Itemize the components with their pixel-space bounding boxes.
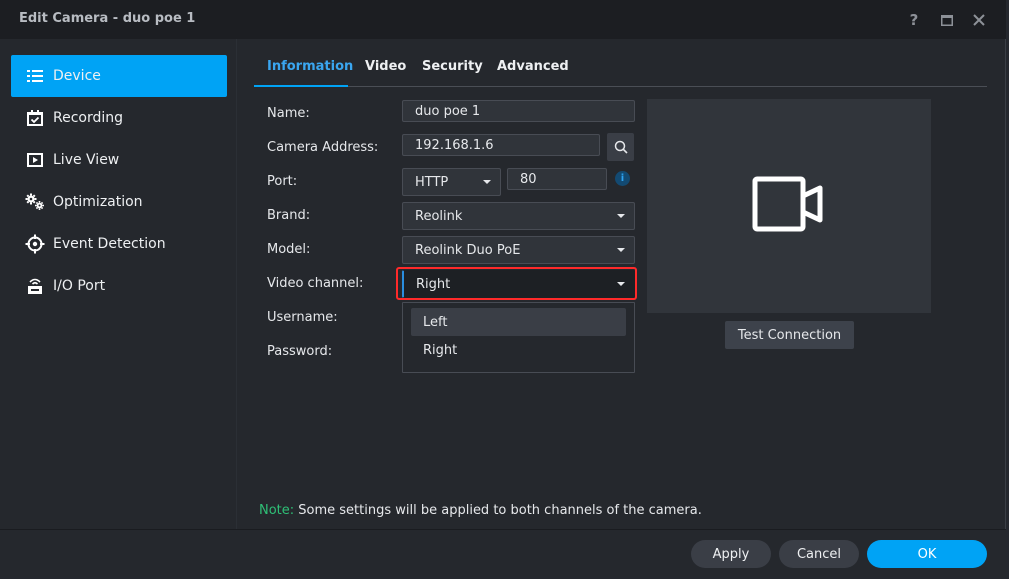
help-button[interactable]: ? [903,9,925,31]
sidebar-item-io-port[interactable]: I/O Port [11,265,227,307]
brand-value: Reolink [415,208,463,224]
apply-button[interactable]: Apply [691,540,771,568]
video-channel-label: Video channel: [267,276,364,291]
gears-icon [25,192,45,212]
tab-bar: Information Video Security Advanced [254,49,987,87]
note-message: Some settings will be applied to both ch… [294,503,702,518]
sidebar-item-event-detection[interactable]: Event Detection [11,223,227,265]
title-bar[interactable]: Edit Camera - duo poe 1 ? [0,0,1006,39]
active-tab-indicator [254,85,348,87]
maximize-button[interactable] [936,9,958,31]
tab-advanced[interactable]: Advanced [497,59,569,74]
sidebar: Device Recording Live View Optimization … [0,39,237,529]
video-channel-value: Right [416,276,451,292]
video-channel-dropdown: Left Right [402,302,635,373]
video-channel-select[interactable]: Right [402,270,635,298]
chevron-down-icon [483,180,491,184]
cancel-button[interactable]: Cancel [779,540,859,568]
search-camera-button[interactable] [607,133,634,161]
camera-address-input[interactable]: 192.168.1.6 [402,134,600,156]
list-icon [25,66,45,86]
dropdown-option-left[interactable]: Left [411,308,626,336]
tab-information[interactable]: Information [267,59,353,74]
sidebar-item-recording[interactable]: Recording [11,97,227,139]
model-select[interactable]: Reolink Duo PoE [402,236,635,264]
close-button[interactable] [968,9,990,31]
chevron-down-icon [617,214,625,218]
test-connection-button[interactable]: Test Connection [725,321,854,349]
name-input[interactable]: duo poe 1 [402,100,635,122]
tab-security[interactable]: Security [422,59,483,74]
model-value: Reolink Duo PoE [415,242,521,258]
chevron-down-icon [617,248,625,252]
ok-button[interactable]: OK [867,540,987,568]
dialog-footer: Apply Cancel OK [0,529,1006,577]
close-icon [973,14,985,26]
dialog-title: Edit Camera - duo poe 1 [19,11,196,26]
model-label: Model: [267,242,311,257]
camera-address-label: Camera Address: [267,140,379,155]
sidebar-item-live-view[interactable]: Live View [11,139,227,181]
note-text: Note: Some settings will be applied to b… [259,503,702,518]
calendar-check-icon [25,108,45,128]
main-panel: Information Video Security Advanced Name… [238,39,1006,529]
help-icon: ? [909,11,919,29]
port-label: Port: [267,174,298,189]
chevron-down-icon [617,282,625,286]
password-label: Password: [267,344,333,359]
sidebar-item-label: Event Detection [53,236,166,252]
dropdown-option-right[interactable]: Right [411,336,626,364]
io-port-icon [25,276,45,296]
name-value: duo poe 1 [415,103,481,119]
sidebar-item-label: Recording [53,110,124,126]
port-protocol-select[interactable]: HTTP [402,168,501,196]
note-label: Note: [259,503,295,518]
port-protocol-value: HTTP [415,174,449,190]
sidebar-item-label: Device [53,68,101,84]
sidebar-item-label: I/O Port [53,278,106,294]
tab-video[interactable]: Video [365,59,406,74]
brand-label: Brand: [267,208,311,223]
port-number-value: 80 [520,171,537,187]
edit-camera-dialog: Edit Camera - duo poe 1 ? Device Recordi… [0,0,1006,577]
video-camera-icon [752,176,823,232]
sidebar-item-optimization[interactable]: Optimization [11,181,227,223]
search-icon [614,140,628,154]
brand-select[interactable]: Reolink [402,202,635,230]
info-icon[interactable]: i [615,171,630,186]
port-number-input[interactable]: 80 [507,168,607,190]
sidebar-item-label: Optimization [53,194,143,210]
play-square-icon [25,150,45,170]
maximize-icon [941,14,953,26]
name-label: Name: [267,106,310,121]
username-label: Username: [267,310,338,325]
camera-preview [647,99,931,313]
sidebar-item-label: Live View [53,152,120,168]
camera-address-value: 192.168.1.6 [415,137,494,153]
sidebar-item-device[interactable]: Device [11,55,227,97]
crosshair-icon [25,234,45,254]
